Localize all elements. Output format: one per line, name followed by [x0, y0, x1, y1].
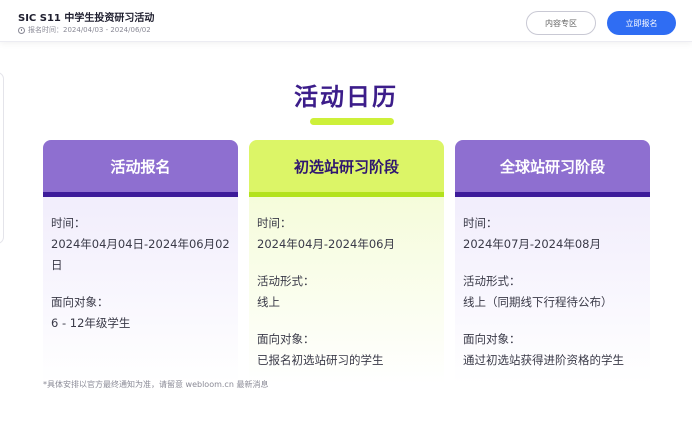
card-value: 线上 — [257, 295, 280, 309]
card-label: 时间： — [463, 216, 498, 230]
footnote: *具体安排以官方最终通知为准，请留意 webloom.cn 最新消息 — [43, 380, 269, 389]
clock-icon — [18, 26, 25, 34]
top-bar: SIC S11 中学生投资研习活动 报名时间：2024/04/03 - 2024… — [0, 0, 692, 42]
card-value: 通过初选站获得进阶资格的学生 — [463, 353, 624, 367]
card-value: 线上（同期线下行程待公布） — [463, 295, 613, 309]
section-title: 活动日历 — [294, 83, 398, 111]
card-body: 时间： 2024年04月04日-2024年06月02日 面向对象： 6 - 12… — [43, 197, 238, 334]
signup-button[interactable]: 立即报名 — [607, 11, 676, 35]
card-label: 时间： — [51, 216, 86, 230]
timeline-card-registration: 活动报名 时间： 2024年04月04日-2024年06月02日 面向对象： 6… — [43, 140, 238, 384]
card-value: 6 - 12年级学生 — [51, 316, 131, 330]
page-title: SIC S11 中学生投资研习活动 — [18, 13, 155, 24]
card-header: 全球站研习阶段 — [455, 140, 650, 192]
timeline-card-preliminary: 初选站研习阶段 时间： 2024年04月-2024年06月 活动形式： 线上 面… — [249, 140, 444, 384]
card-header: 初选站研习阶段 — [249, 140, 444, 192]
signup-date: 报名时间：2024/04/03 - 2024/06/02 — [18, 25, 151, 35]
timeline-card-global: 全球站研习阶段 时间： 2024年07月-2024年08月 活动形式： 线上（同… — [455, 140, 650, 384]
card-value: 2024年07月-2024年08月 — [463, 237, 601, 251]
card-body: 时间： 2024年07月-2024年08月 活动形式： 线上（同期线下行程待公布… — [455, 197, 650, 371]
card-label: 时间： — [257, 216, 292, 230]
signup-date-text: 报名时间：2024/04/03 - 2024/06/02 — [28, 26, 151, 34]
card-label: 活动形式： — [463, 274, 521, 288]
card-label: 面向对象： — [463, 332, 521, 346]
card-value: 2024年04月04日-2024年06月02日 — [51, 237, 230, 272]
card-value: 2024年04月-2024年06月 — [257, 237, 395, 251]
card-value: 已报名初选站研习的学生 — [257, 353, 384, 367]
card-label: 活动形式： — [257, 274, 315, 288]
card-body: 时间： 2024年04月-2024年06月 活动形式： 线上 面向对象： 已报名… — [249, 197, 444, 371]
card-label: 面向对象： — [257, 332, 315, 346]
content-zone-button[interactable]: 内容专区 — [526, 11, 596, 35]
card-label: 面向对象： — [51, 295, 109, 309]
title-underline — [310, 118, 394, 125]
card-header: 活动报名 — [43, 140, 238, 192]
